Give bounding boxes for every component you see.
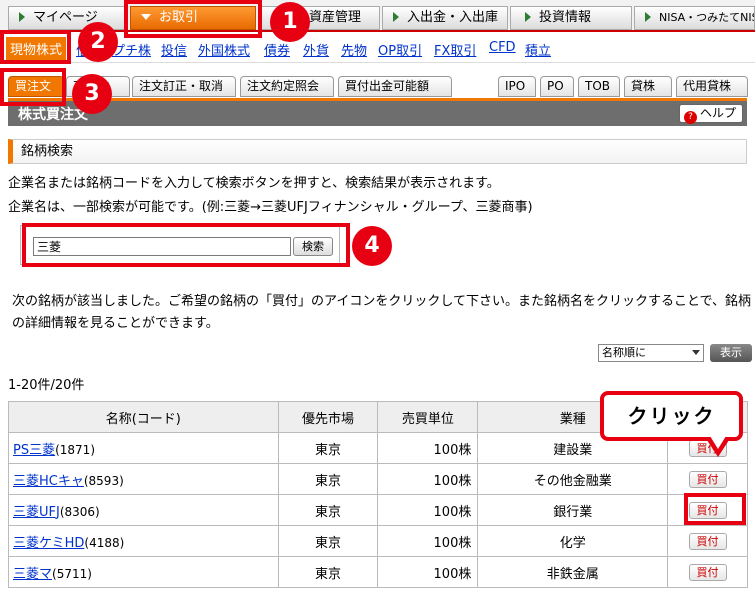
show-button[interactable]: 表示	[710, 344, 752, 362]
result-message: 次の銘柄が該当しました。ご希望の銘柄の「買付」のアイコンをクリックして下さい。ま…	[12, 294, 752, 331]
chevron-down-icon	[692, 350, 700, 355]
section-header: 銘柄検索	[8, 139, 747, 164]
tab-collateral-lending[interactable]: 代用貸株	[676, 76, 748, 97]
subnav-fund[interactable]: 投信	[161, 40, 187, 59]
top-nav: マイページ お取引 資産管理 入出金・入出庫 投資情報 NISA・つみたてNIS…	[0, 0, 755, 32]
triangle-icon	[141, 13, 151, 20]
table-row: 三菱ケミHD(4188) 東京 100株 化学 買付	[8, 525, 748, 557]
stock-code: (8593)	[83, 473, 124, 488]
industry-cell: 非鉄金属	[477, 556, 669, 588]
order-tabs: 買注文 売注文 注文訂正・取消 注文約定照会 買付出金可能額 IPO PO TO…	[0, 74, 755, 98]
search-box: 検索	[20, 225, 340, 265]
subnav-cfd[interactable]: CFD	[489, 40, 516, 55]
page-title-bar: 株式買注文 ? ヘルプ	[8, 98, 747, 126]
triangle-icon	[19, 11, 25, 22]
step-number-1: 1	[270, 2, 310, 42]
tab-stock-lending[interactable]: 貸株	[624, 76, 672, 97]
description-line-2: 企業名は、一部検索が可能です。(例:三菱→三菱UFJフィナンシャル・グループ、三…	[8, 200, 533, 215]
step-number-2: 2	[78, 22, 118, 62]
nav-info[interactable]: 投資情報	[510, 6, 632, 30]
stock-code: (5711)	[52, 566, 92, 581]
stock-name-link[interactable]: 三菱HCキャ	[13, 474, 84, 489]
triangle-icon	[645, 12, 651, 22]
market-cell: 東京	[277, 432, 379, 464]
stock-name-link[interactable]: 三菱UFJ	[13, 505, 60, 520]
unit-cell: 100株	[377, 432, 479, 464]
buy-button[interactable]: 買付	[688, 470, 727, 488]
subnav-fx[interactable]: FX取引	[434, 40, 476, 59]
market-cell: 東京	[277, 494, 379, 526]
industry-cell: 化学	[477, 525, 669, 557]
tab-po[interactable]: PO	[540, 76, 574, 97]
stock-name-link[interactable]: PS三菱	[13, 443, 55, 458]
tab-buying-power[interactable]: 買付出金可能額	[338, 76, 452, 97]
unit-cell: 100株	[377, 463, 479, 495]
buy-button[interactable]: 買付	[688, 563, 727, 581]
subnav-option[interactable]: OP取引	[378, 40, 422, 59]
table-row: 三菱UFJ(8306) 東京 100株 銀行業 買付	[8, 494, 748, 526]
subnav-stock[interactable]: 現物株式	[6, 37, 67, 60]
market-cell: 東京	[277, 556, 379, 588]
question-icon: ?	[683, 111, 697, 124]
unit-cell: 100株	[377, 556, 479, 588]
industry-cell: 銀行業	[477, 494, 669, 526]
subnav-tsumitate[interactable]: 積立	[525, 40, 551, 59]
triangle-icon	[393, 11, 399, 22]
stock-code: (8306)	[59, 504, 100, 519]
nav-nisa[interactable]: NISA・つみたてNISA	[634, 6, 755, 30]
search-input[interactable]	[33, 237, 291, 256]
stock-name-link[interactable]: 三菱マ	[13, 567, 52, 582]
tab-tob[interactable]: TOB	[578, 76, 620, 97]
header-market: 優先市場	[277, 401, 379, 433]
subnav-foreign[interactable]: 外国株式	[198, 40, 250, 59]
nav-deposit[interactable]: 入出金・入出庫	[382, 6, 508, 30]
triangle-icon	[525, 11, 531, 22]
buy-button[interactable]: 買付	[688, 532, 727, 550]
tab-order-cancel[interactable]: 注文訂正・取消	[132, 76, 236, 97]
callout-tail-inner	[710, 436, 726, 449]
tab-ipo[interactable]: IPO	[498, 76, 536, 97]
result-count: 1-20件/20件	[8, 378, 85, 393]
nav-trade[interactable]: お取引	[130, 6, 256, 30]
unit-cell: 100株	[377, 525, 479, 557]
table-row: 三菱HCキャ(8593) 東京 100株 その他金融業 買付	[8, 463, 748, 495]
stock-code: (1871)	[55, 442, 95, 457]
buy-button[interactable]: 買付	[688, 501, 727, 519]
description-line-1: 企業名または銘柄コードを入力して検索ボタンを押すと、検索結果が表示されます。	[8, 176, 500, 191]
subnav-fx-currency[interactable]: 外貨	[303, 40, 329, 59]
market-cell: 東京	[277, 525, 379, 557]
subnav-bond[interactable]: 債券	[264, 40, 290, 59]
tab-order-inquiry[interactable]: 注文約定照会	[240, 76, 334, 97]
step-number-4: 4	[352, 226, 392, 266]
industry-cell: その他金融業	[477, 463, 669, 495]
search-button[interactable]: 検索	[293, 237, 333, 256]
help-button[interactable]: ? ヘルプ	[678, 104, 743, 124]
sort-select[interactable]: 名称順に	[598, 344, 704, 362]
header-unit: 売買単位	[377, 401, 479, 433]
subnav-futures[interactable]: 先物	[341, 40, 367, 59]
table-row: 三菱マ(5711) 東京 100株 非鉄金属 買付	[8, 556, 748, 588]
market-cell: 東京	[277, 463, 379, 495]
step-number-3: 3	[72, 74, 112, 114]
header-name: 名称(コード)	[8, 401, 279, 433]
stock-code: (4188)	[84, 535, 125, 550]
unit-cell: 100株	[377, 494, 479, 526]
stock-name-link[interactable]: 三菱ケミHD	[13, 536, 84, 551]
click-callout: クリック	[600, 391, 743, 441]
tab-buy-order[interactable]: 買注文	[8, 76, 64, 97]
